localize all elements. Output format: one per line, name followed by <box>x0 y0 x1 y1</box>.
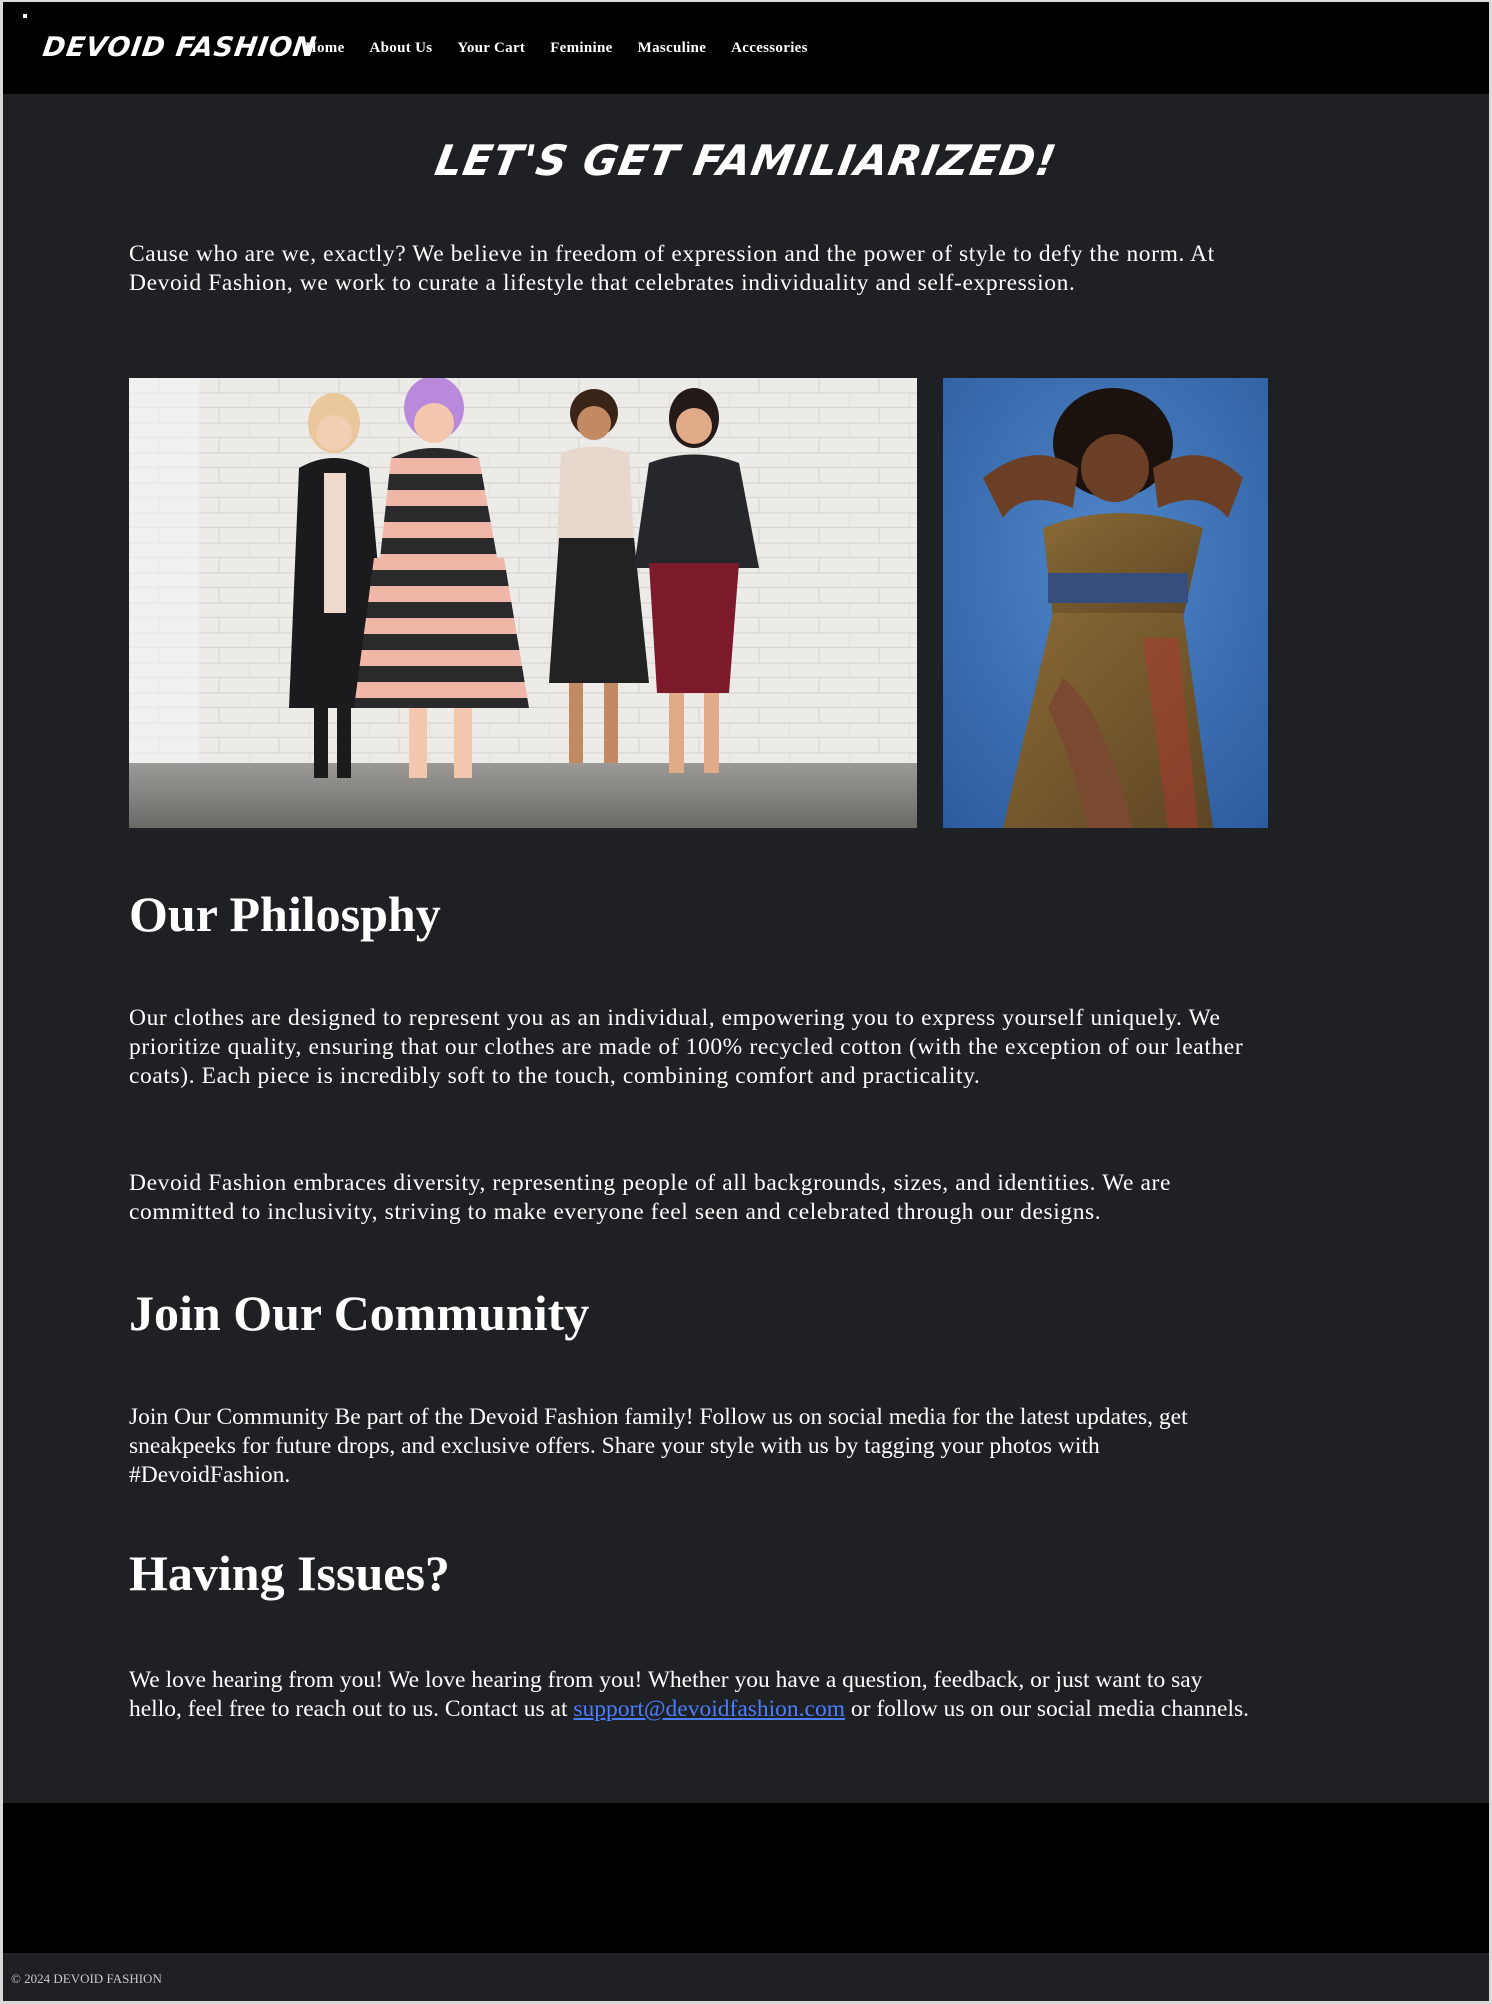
nav-accessories[interactable]: Accessories <box>731 40 808 57</box>
main-nav: Home About Us Your Cart Feminine Masculi… <box>305 40 833 57</box>
footer-block <box>3 1803 1489 1953</box>
nav-home[interactable]: Home <box>305 40 345 57</box>
page: DEVOID FASHION Home About Us Your Cart F… <box>0 0 1492 2004</box>
community-paragraph: Join Our Community Be part of the Devoid… <box>129 1404 1188 1488</box>
support-email-link[interactable]: support@devoidfashion.com <box>573 1696 845 1722</box>
site-footer: © 2024 DEVOID FASHION <box>3 1953 1489 2004</box>
community-heading: Join Our Community <box>129 1285 590 1341</box>
group-photo <box>129 378 917 828</box>
nav-about-us[interactable]: About Us <box>370 40 433 57</box>
nav-feminine[interactable]: Feminine <box>550 40 612 57</box>
main-content: LET'S GET FAMILIARIZED! Cause who are we… <box>3 94 1489 1803</box>
intro-paragraph: Cause who are we, exactly? We believe in… <box>129 241 1215 296</box>
nav-your-cart[interactable]: Your Cart <box>457 40 525 57</box>
corner-dot <box>23 14 27 18</box>
site-header: DEVOID FASHION Home About Us Your Cart F… <box>3 0 1489 94</box>
issues-heading: Having Issues? <box>129 1545 450 1601</box>
philosophy-paragraph-1: Our clothes are designed to represent yo… <box>129 1005 1244 1089</box>
model-photo <box>943 378 1268 828</box>
issues-paragraph: We love hearing from you! We love hearin… <box>129 1666 1249 1724</box>
copyright-text: © 2024 DEVOID FASHION <box>11 1971 162 1986</box>
nav-masculine[interactable]: Masculine <box>638 40 707 57</box>
brand-logo[interactable]: DEVOID FASHION <box>41 32 319 63</box>
issues-text-after: or follow us on our social media channel… <box>845 1696 1249 1722</box>
philosophy-paragraph-2: Devoid Fashion embraces diversity, repre… <box>129 1170 1171 1225</box>
page-title: LET'S GET FAMILIARIZED! <box>431 136 1061 185</box>
philosophy-heading: Our Philosphy <box>129 886 441 942</box>
